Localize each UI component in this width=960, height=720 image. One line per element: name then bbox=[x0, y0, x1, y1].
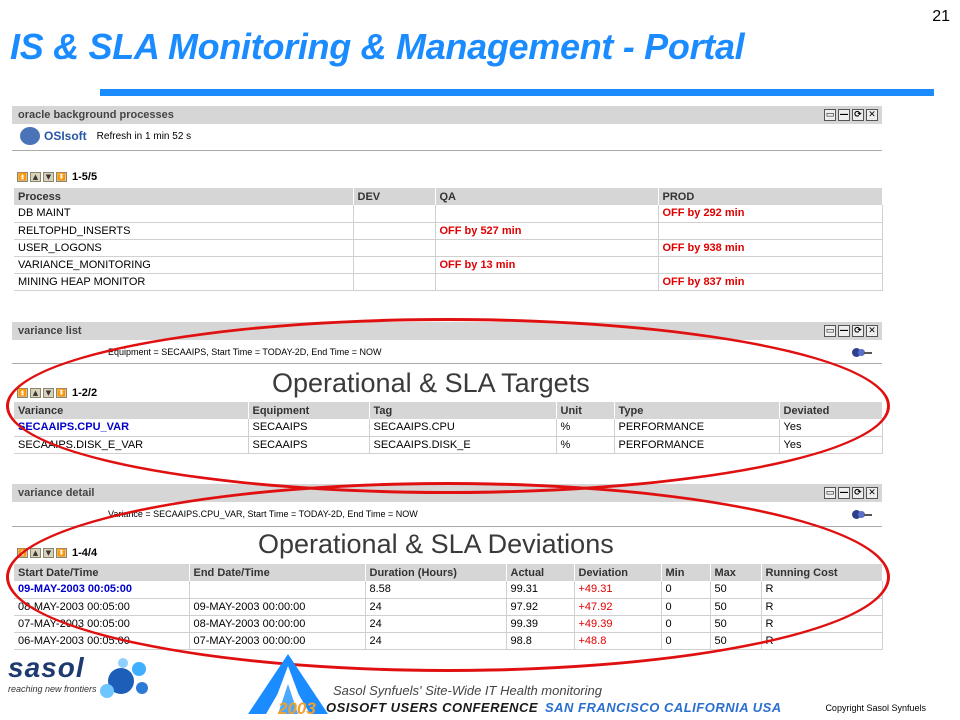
refresh-icon[interactable]: ⟳ bbox=[852, 325, 864, 337]
portlet-title: oracle background processes bbox=[18, 109, 174, 121]
targets-overlay-label: Operational & SLA Targets bbox=[268, 368, 594, 399]
column-header[interactable]: Process bbox=[14, 188, 354, 205]
refresh-icon[interactable]: ⟳ bbox=[852, 109, 864, 121]
conference-name: OSISOFT USERS CONFERENCE bbox=[326, 700, 539, 715]
pin-icon[interactable] bbox=[852, 510, 872, 519]
refresh-countdown: Refresh in 1 min 52 s bbox=[96, 130, 192, 142]
portlet-title: variance detail bbox=[18, 487, 95, 499]
osisoft-logo-icon bbox=[20, 127, 40, 145]
portlet-title: variance list bbox=[18, 325, 82, 337]
first-page-icon[interactable]: ⏫ bbox=[17, 172, 28, 182]
column-header[interactable]: DEV bbox=[353, 188, 436, 205]
dev-cell bbox=[353, 256, 436, 274]
deviations-highlight-ellipse bbox=[6, 482, 890, 672]
prod-cell: OFF by 938 min bbox=[658, 239, 883, 257]
copyright-notice: Copyright Sasol Synfuels bbox=[825, 703, 926, 713]
table-row: DB MAINT OFF by 292 min bbox=[14, 205, 883, 223]
refresh-icon[interactable]: ⟳ bbox=[852, 487, 864, 499]
prod-cell: OFF by 837 min bbox=[658, 273, 883, 291]
osisoft-bubbles-logo-icon bbox=[98, 658, 158, 706]
minimize-icon[interactable]: — bbox=[838, 487, 850, 499]
minimize-icon[interactable]: — bbox=[838, 325, 850, 337]
deviations-overlay-label: Operational & SLA Deviations bbox=[254, 529, 618, 560]
last-page-icon[interactable]: ⏬ bbox=[56, 172, 67, 182]
table-header-row: Process DEV QA PROD bbox=[14, 188, 883, 205]
oracle-processes-table: Process DEV QA PROD DB MAINT OFF by 292 … bbox=[14, 188, 883, 291]
divider bbox=[12, 150, 882, 151]
sasol-wordmark: sasol bbox=[8, 652, 85, 683]
dev-cell bbox=[353, 205, 436, 223]
qa-cell bbox=[435, 205, 659, 223]
slide-title: IS & SLA Monitoring & Management - Porta… bbox=[10, 26, 745, 67]
minimize-icon[interactable]: — bbox=[838, 109, 850, 121]
title-underline bbox=[100, 89, 934, 96]
osisoft-logo: OSIsoft Refresh in 1 min 52 s bbox=[20, 127, 191, 145]
restore-icon[interactable]: ▭ bbox=[824, 487, 836, 499]
process-cell: DB MAINT bbox=[14, 205, 354, 223]
next-page-icon[interactable]: ▼ bbox=[43, 172, 54, 182]
process-cell: VARIANCE_MONITORING bbox=[14, 256, 354, 274]
process-cell: MINING HEAP MONITOR bbox=[14, 273, 354, 291]
targets-highlight-ellipse bbox=[6, 318, 890, 494]
table-row: RELTOPHD_INSERTS OFF by 527 min bbox=[14, 222, 883, 240]
prod-cell bbox=[658, 256, 883, 274]
close-icon[interactable]: ✕ bbox=[866, 325, 878, 337]
qa-cell: OFF by 13 min bbox=[435, 256, 659, 274]
sasol-tagline: reaching new frontiers bbox=[8, 684, 97, 694]
restore-icon[interactable]: ▭ bbox=[824, 325, 836, 337]
prod-cell: OFF by 292 min bbox=[658, 205, 883, 223]
pager-count: 1-5/5 bbox=[72, 171, 98, 183]
dev-cell bbox=[353, 222, 436, 240]
table-row: USER_LOGONS OFF by 938 min bbox=[14, 239, 883, 257]
qa-cell bbox=[435, 273, 659, 291]
conference-location: SAN FRANCISCO CALIFORNIA USA bbox=[545, 700, 782, 715]
table-row: MINING HEAP MONITOR OFF by 837 min bbox=[14, 273, 883, 291]
portlet-header-oracle-processes: oracle background processes ▭ — ⟳ ✕ bbox=[12, 106, 882, 124]
close-icon[interactable]: ✕ bbox=[866, 109, 878, 121]
portlet-controls: ▭ — ⟳ ✕ bbox=[824, 325, 878, 337]
sasol-logo: sasol reaching new frontiers bbox=[8, 652, 97, 694]
column-header[interactable]: QA bbox=[435, 188, 659, 205]
portlet-controls: ▭ — ⟳ ✕ bbox=[824, 109, 878, 121]
prod-cell bbox=[658, 222, 883, 240]
dev-cell bbox=[353, 239, 436, 257]
conference-year: 2003 bbox=[278, 699, 316, 718]
close-icon[interactable]: ✕ bbox=[866, 487, 878, 499]
portlet-controls: ▭ — ⟳ ✕ bbox=[824, 487, 878, 499]
restore-icon[interactable]: ▭ bbox=[824, 109, 836, 121]
qa-cell bbox=[435, 239, 659, 257]
osisoft-logo-text: OSIsoft bbox=[44, 129, 87, 143]
process-cell: USER_LOGONS bbox=[14, 239, 354, 257]
table-row: VARIANCE_MONITORING OFF by 13 min bbox=[14, 256, 883, 274]
process-cell: RELTOPHD_INSERTS bbox=[14, 222, 354, 240]
pin-icon[interactable] bbox=[852, 348, 872, 357]
pager-oracle-processes: ⏫ ▲ ▼ ⏬ 1-5/5 bbox=[17, 171, 97, 183]
qa-cell: OFF by 527 min bbox=[435, 222, 659, 240]
footer-caption: Sasol Synfuels' Site-Wide IT Health moni… bbox=[333, 683, 602, 698]
dev-cell bbox=[353, 273, 436, 291]
page-number: 21 bbox=[932, 8, 950, 25]
column-header[interactable]: PROD bbox=[658, 188, 883, 205]
prev-page-icon[interactable]: ▲ bbox=[30, 172, 41, 182]
